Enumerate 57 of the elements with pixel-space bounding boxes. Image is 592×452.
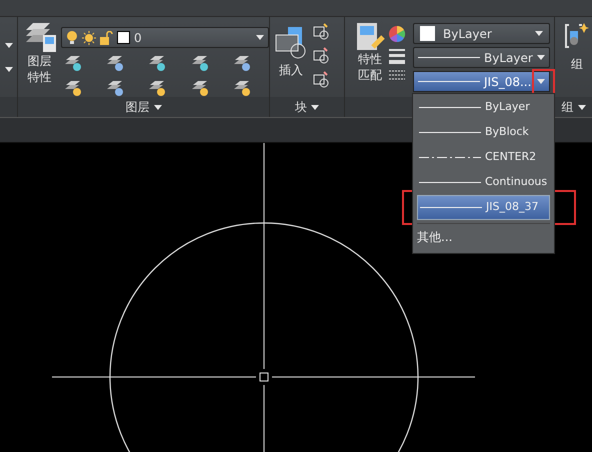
linetype-sample-icon [419, 131, 481, 134]
caret-icon [578, 104, 586, 110]
layers-panel-title[interactable]: 图层 [18, 97, 269, 117]
caret-icon [154, 104, 162, 110]
block-tool-icon[interactable] [312, 47, 330, 65]
caret-icon [311, 104, 319, 110]
layer-tool-icon[interactable] [63, 79, 83, 97]
linetype-option[interactable]: ByLayer [417, 95, 550, 120]
block-panel-title[interactable]: 块 [270, 97, 344, 117]
layer-name: 0 [134, 30, 143, 46]
caret-icon [256, 35, 264, 40]
group-icon [565, 23, 589, 51]
layer-tool-icon[interactable] [147, 54, 168, 72]
linetype-option[interactable]: JIS_08_37 [417, 195, 550, 220]
sun-icon [82, 30, 96, 44]
layer-tool-icon[interactable] [190, 79, 210, 97]
layer-tool-icon[interactable] [105, 79, 126, 97]
insert-button[interactable]: 插入 [274, 21, 308, 97]
color-dropdown[interactable]: ByLayer [413, 23, 550, 44]
group-panel-title[interactable]: 组 [555, 97, 592, 117]
linetype-sample-icon [419, 181, 481, 184]
color-wheel-icon[interactable] [388, 25, 406, 43]
caret-icon [537, 79, 545, 84]
layer-dropdown[interactable]: 0 [61, 27, 269, 48]
other-option[interactable]: 其他... [417, 223, 550, 249]
layer-tool-icon[interactable] [63, 54, 83, 72]
layer-tool-icon[interactable] [232, 54, 252, 72]
match-properties-button[interactable]: 特性 匹配 [355, 23, 385, 97]
linetype-sample-icon [418, 80, 480, 83]
match-properties-icon [355, 23, 385, 51]
layer-tool-icon[interactable] [190, 54, 210, 72]
layer-tool-icon[interactable] [147, 79, 168, 97]
linetype-sample-icon [420, 206, 482, 209]
unlock-icon [100, 30, 113, 44]
layer-tool-icon[interactable] [232, 79, 252, 97]
caret-icon [537, 55, 545, 60]
bulb-icon [66, 30, 78, 44]
lineweight-dropdown[interactable]: ByLayer [413, 47, 550, 68]
group-button[interactable]: 组 [565, 23, 589, 73]
linetype-option[interactable]: ByBlock [417, 120, 550, 145]
color-swatch-icon [420, 26, 435, 41]
linetype-sample-icon [418, 56, 480, 59]
linetype-sample-icon [419, 106, 481, 109]
linetype-option[interactable]: Continuous [417, 170, 550, 195]
caret-icon [535, 31, 543, 36]
lineweight-icon[interactable] [389, 48, 405, 64]
caret-icon [4, 66, 12, 72]
color-swatch-icon [117, 31, 130, 44]
block-tool-icon[interactable] [312, 23, 330, 41]
block-tool-icon[interactable] [312, 71, 330, 89]
layer-properties-button[interactable]: 图层 特性 [22, 21, 57, 97]
linetype-dropdown[interactable]: JIS_08... [413, 71, 550, 92]
insert-block-icon [274, 27, 308, 59]
linetype-sample-icon [419, 156, 481, 159]
caret-icon [4, 42, 12, 48]
linetype-option[interactable]: CENTER2 [417, 145, 550, 170]
layer-tool-icon[interactable] [105, 54, 126, 72]
